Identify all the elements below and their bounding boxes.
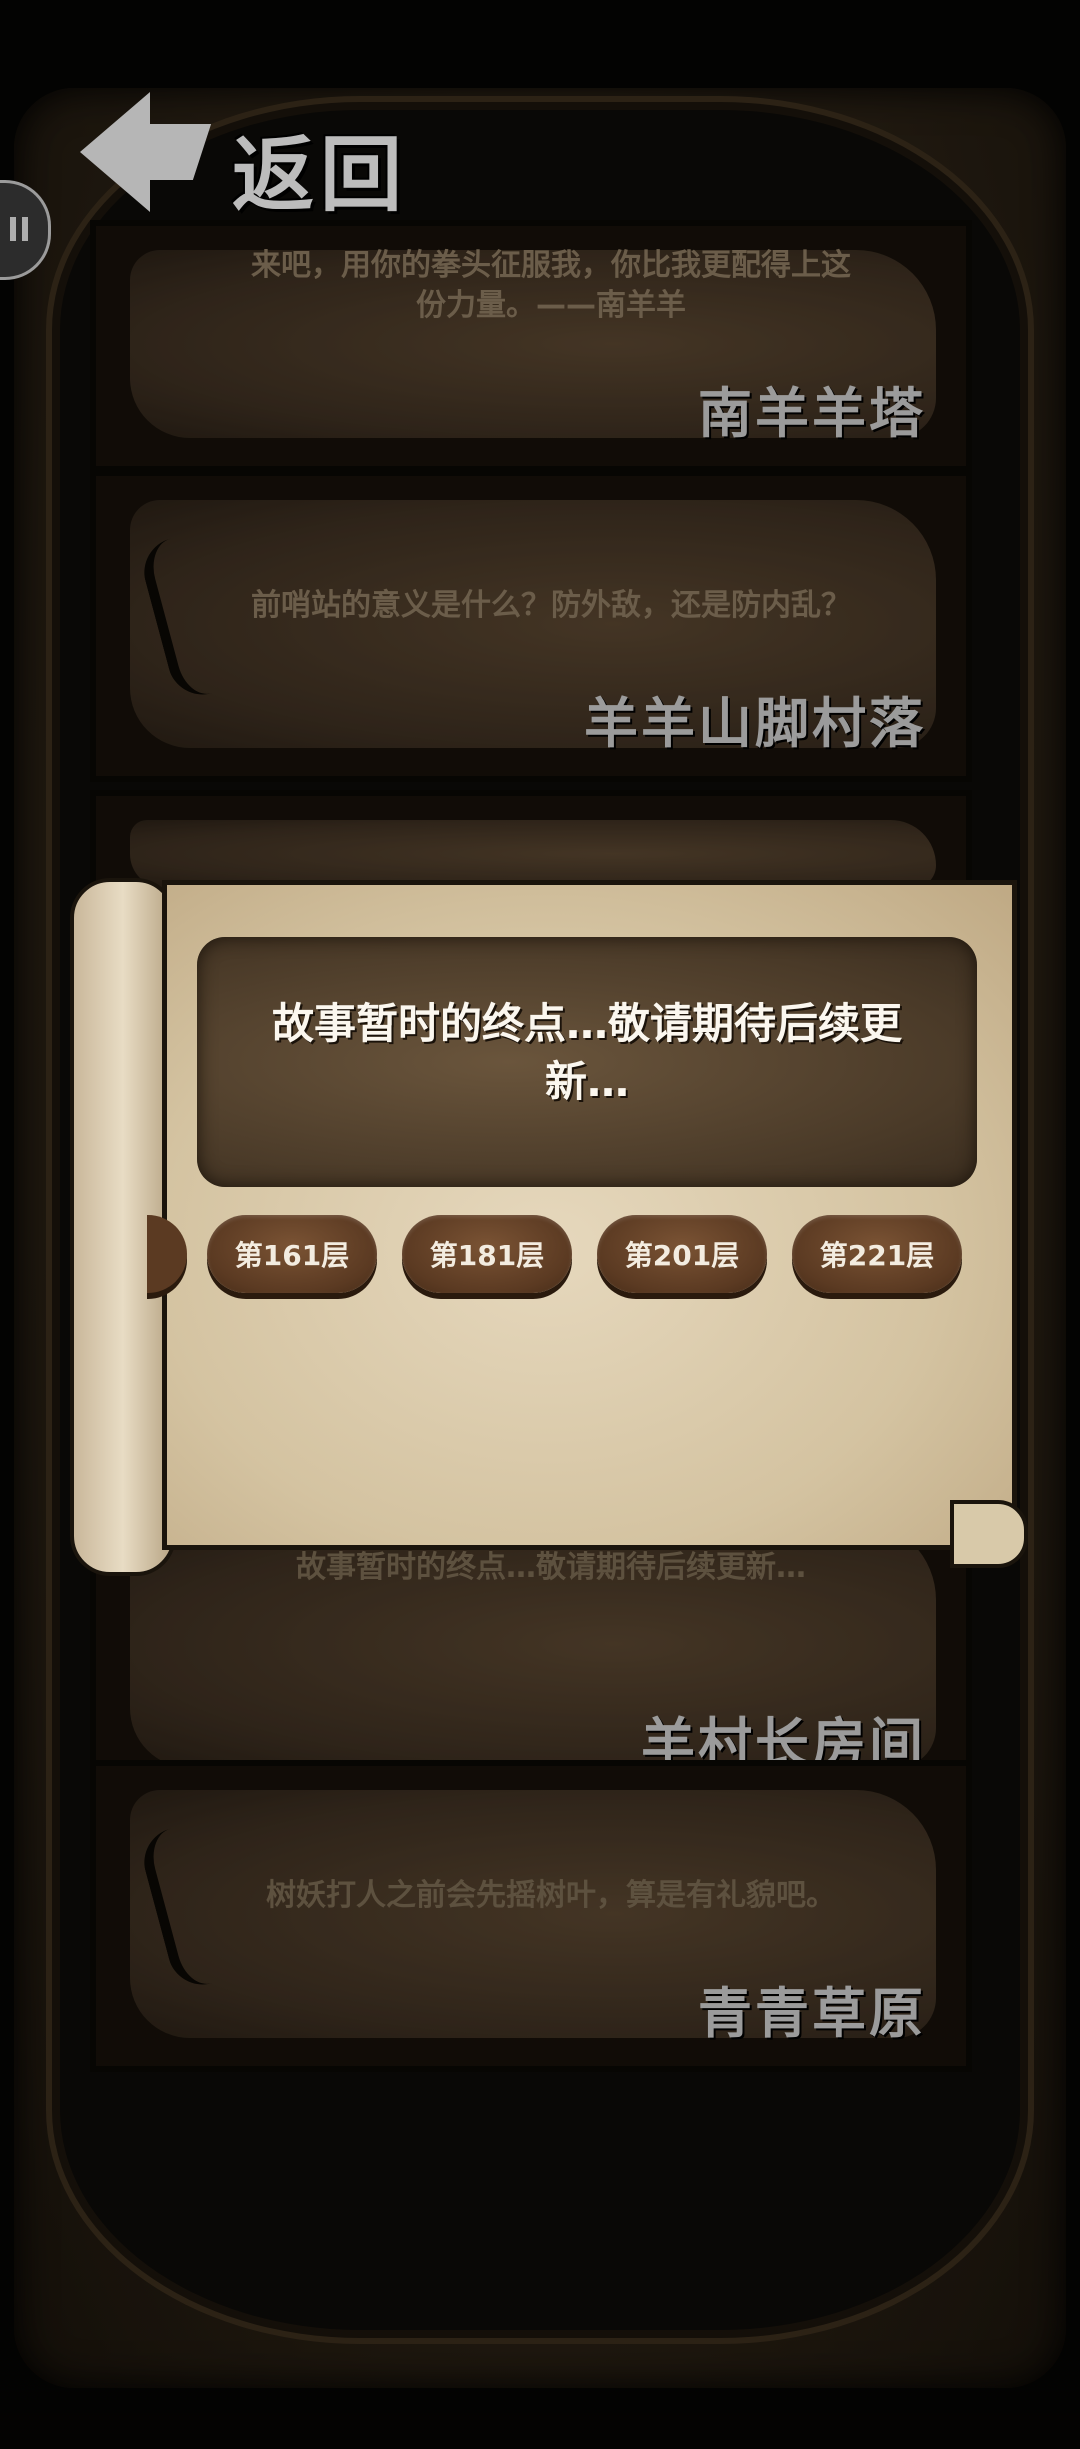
- floor-button[interactable]: 第161层: [207, 1215, 377, 1293]
- floor-button[interactable]: 第201层: [597, 1215, 767, 1293]
- floor-button[interactable]: 第221层: [792, 1215, 962, 1293]
- scroll-end: [950, 1500, 1028, 1568]
- floor-button-partial[interactable]: [147, 1215, 187, 1293]
- floor-button-row: 第161层 第181层 第201层 第221层: [147, 1215, 1012, 1295]
- scroll-dialog: 故事暂时的终点…敬请期待后续更新… 第161层 第181层 第201层 第221…: [147, 880, 1017, 1550]
- dialog-message: 故事暂时的终点…敬请期待后续更新…: [271, 999, 902, 1106]
- floor-button[interactable]: 第181层: [402, 1215, 572, 1293]
- message-box: 故事暂时的终点…敬请期待后续更新…: [197, 937, 977, 1187]
